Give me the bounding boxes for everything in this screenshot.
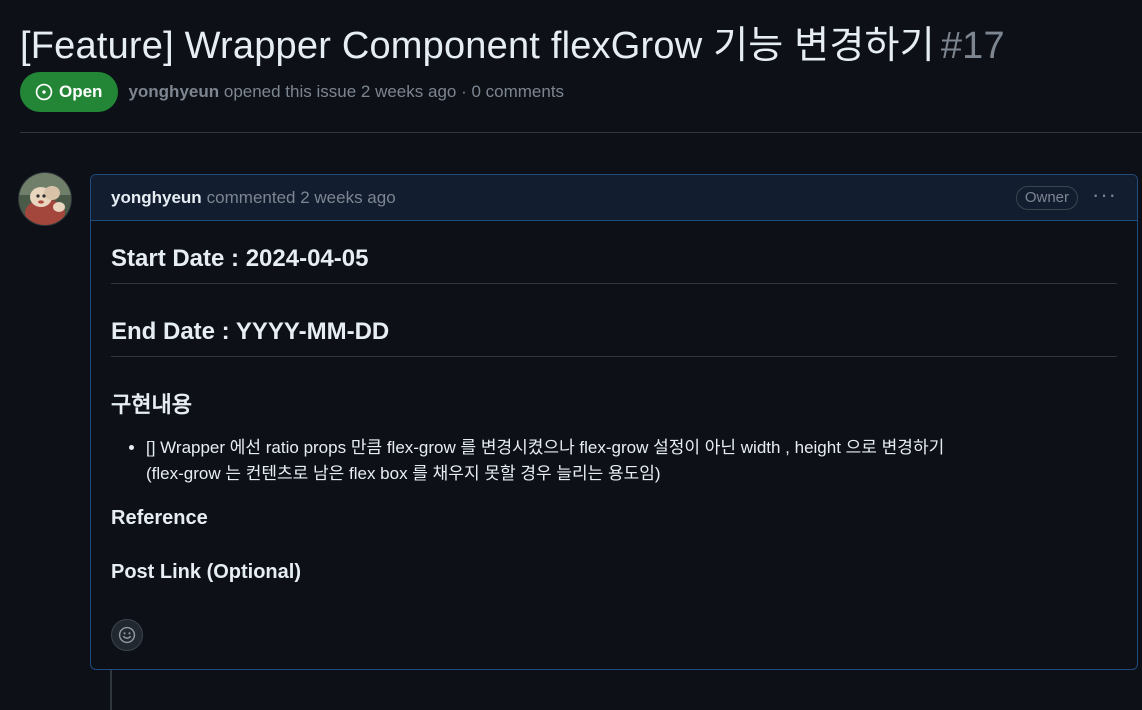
implementation-heading: 구현내용 [111,392,192,417]
reference-heading: Reference [111,507,208,529]
issue-opened-meta: opened this issue 2 weeks ago · 0 commen… [223,82,565,101]
list-item: [] Wrapper 에선 ratio props 만큼 flex-grow 를… [146,435,1117,487]
issue-meta-row: Open yonghyeun opened this issue 2 weeks… [20,72,564,112]
timeline-line [110,670,112,710]
comment-box: yonghyeun commented 2 weeks ago Owner ··… [90,174,1138,670]
post-link-heading: Post Link (Optional) [111,561,301,583]
issue-author-link[interactable]: yonghyeun [128,82,219,101]
start-date-heading: Start Date : 2024-04-05 [111,221,1117,284]
comment-header: yonghyeun commented 2 weeks ago Owner ··… [91,175,1137,221]
issue-title: [Feature] Wrapper Component flexGrow 기능 … [20,14,1005,69]
issue-state-badge: Open [20,72,119,112]
issue-opened-icon [35,83,53,101]
owner-badge: Owner [1015,185,1079,210]
comment-body: Start Date : 2024-04-05 End Date : YYYY-… [91,221,1137,584]
issue-number: #17 [940,25,1005,67]
avatar-image [19,173,71,225]
comment-author-link[interactable]: yonghyeun [111,188,202,208]
issue-state-label: Open [59,82,103,101]
issue-meta-text: yonghyeun opened this issue 2 weeks ago … [128,82,564,102]
end-date-heading: End Date : YYYY-MM-DD [111,284,1117,357]
kebab-horizontal-icon[interactable]: ··· [1092,183,1117,212]
smiley-icon [118,626,136,644]
issue-title-text: [Feature] Wrapper Component flexGrow 기능 … [20,25,935,67]
list-item-line-1: [] Wrapper 에선 ratio props 만큼 flex-grow 를… [146,438,945,457]
comment-timestamp[interactable]: commented 2 weeks ago [207,188,396,208]
task-list: [] Wrapper 에선 ratio props 만큼 flex-grow 를… [111,435,1117,487]
avatar[interactable] [19,173,71,225]
add-reaction-button[interactable] [111,619,143,651]
header-divider [20,132,1142,133]
list-item-line-2: (flex-grow 는 컨텐츠로 남은 flex box 를 채우지 못할 경… [146,464,661,483]
